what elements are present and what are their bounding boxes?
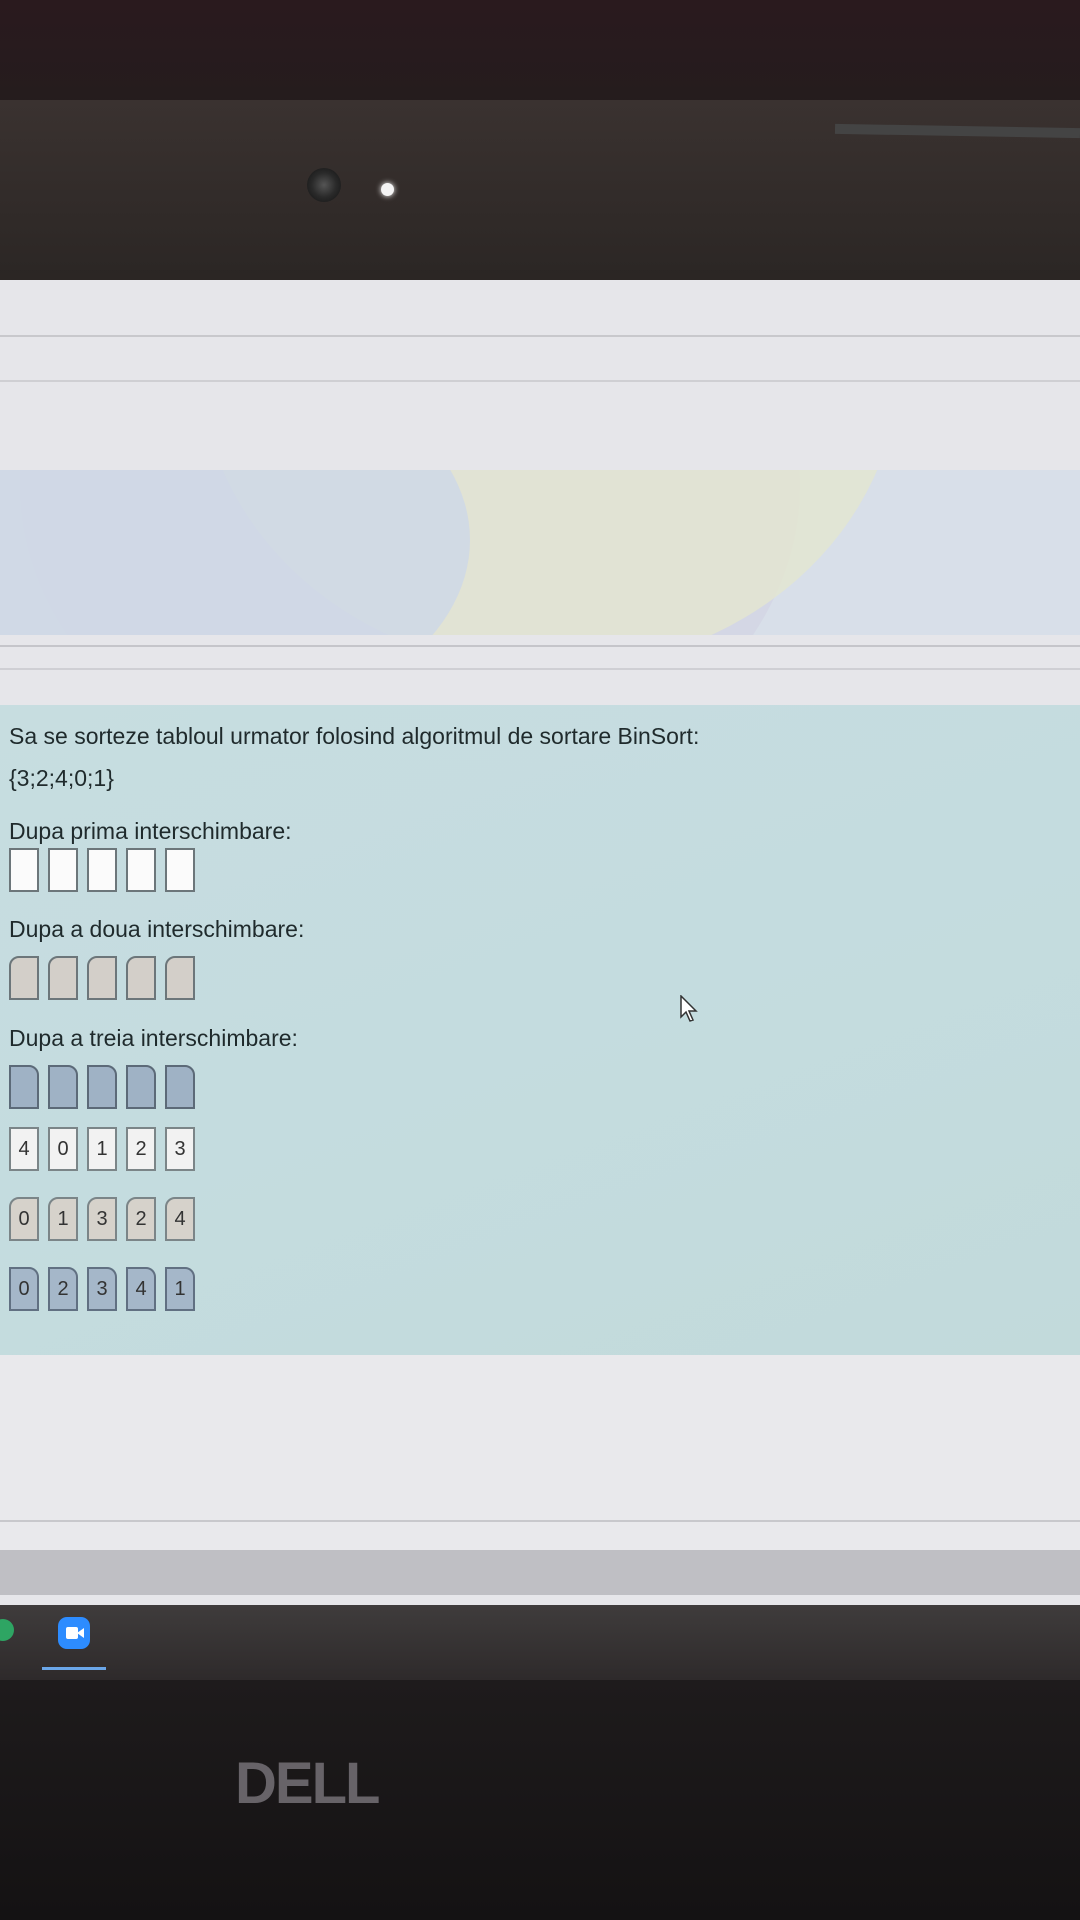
laptop-bezel-top [0,0,1080,280]
drag-tile[interactable]: 1 [165,1267,195,1311]
webcam-led-icon [381,183,394,196]
drop-box[interactable] [126,956,156,1000]
drop-box[interactable] [87,848,117,892]
laptop-bezel-bottom [0,1680,1080,1920]
drag-tile[interactable]: 4 [9,1127,39,1171]
drag-tile[interactable]: 4 [165,1197,195,1241]
step1-label: Dupa prima interschimbare: [9,818,292,844]
drop-box[interactable] [48,848,78,892]
drag-tile[interactable]: 1 [48,1197,78,1241]
drop-box[interactable] [87,956,117,1000]
drag-tile[interactable]: 3 [87,1197,117,1241]
drop-box[interactable] [126,848,156,892]
header-banner [0,470,1080,635]
drop-box[interactable] [165,956,195,1000]
drag-tile[interactable]: 3 [87,1267,117,1311]
zoom-icon[interactable] [58,1617,90,1649]
active-app-indicator [42,1667,106,1670]
question-panel: Sa se sorteze tabloul urmator folosind a… [0,705,1080,1355]
divider [0,380,1080,382]
mouse-cursor-icon [680,994,700,1028]
divider [0,668,1080,670]
step2-label: Dupa a doua interschimbare: [9,916,305,942]
drop-box[interactable] [9,956,39,1000]
divider [0,335,1080,337]
drag-tile[interactable]: 2 [48,1267,78,1311]
drag-tile[interactable]: 2 [126,1127,156,1171]
drag-tile[interactable]: 4 [126,1267,156,1311]
drop-box[interactable] [165,848,195,892]
drag-tile[interactable]: 1 [87,1127,117,1171]
drop-box[interactable] [126,1065,156,1109]
drop-box[interactable] [87,1065,117,1109]
drop-box[interactable] [48,956,78,1000]
step3-label: Dupa a treia interschimbare: [9,1025,298,1051]
drag-tile[interactable]: 0 [48,1127,78,1171]
drag-tile[interactable]: 0 [9,1197,39,1241]
dell-logo: DELL [235,1751,380,1816]
page-footer-area [0,1355,1080,1560]
drop-box[interactable] [9,1065,39,1109]
drag-tile[interactable]: 0 [9,1267,39,1311]
divider [0,645,1080,647]
browser-bottom-strip [0,1550,1080,1595]
drag-tile[interactable]: 2 [126,1197,156,1241]
banner-decoration [0,470,470,635]
divider [0,1520,1080,1522]
question-array: {3;2;4;0;1} [9,765,114,791]
drag-tile[interactable]: 3 [165,1127,195,1171]
drop-box[interactable] [48,1065,78,1109]
question-prompt: Sa se sorteze tabloul urmator folosind a… [9,723,700,749]
webcam-icon [307,168,341,202]
taskbar [0,1605,1080,1680]
green-app-icon[interactable] [0,1619,14,1641]
drop-box[interactable] [9,848,39,892]
drop-box[interactable] [165,1065,195,1109]
